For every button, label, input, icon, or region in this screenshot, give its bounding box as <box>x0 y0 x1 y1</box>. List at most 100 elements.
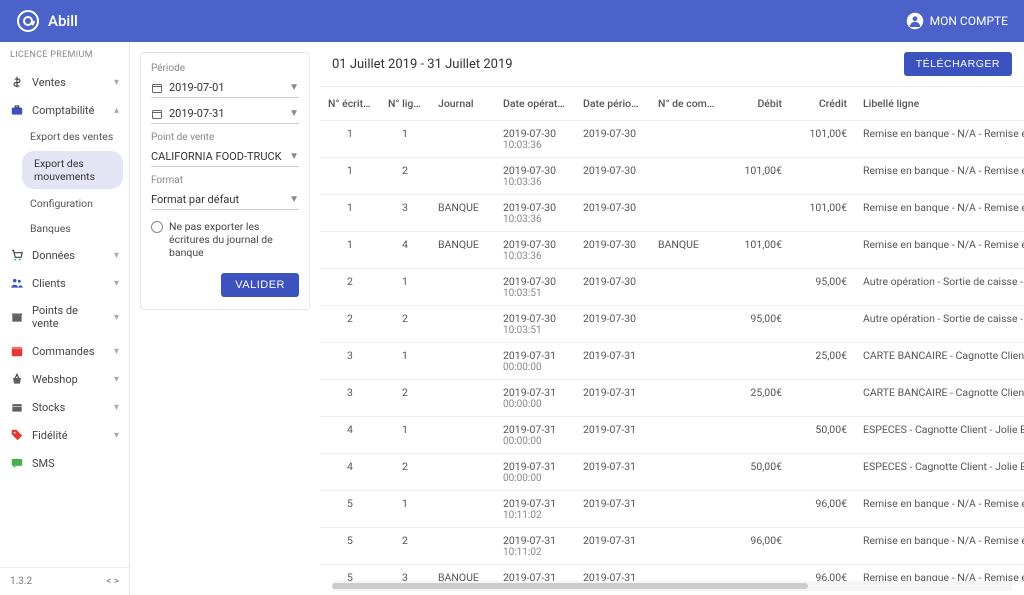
sidebar-item-comptabilité[interactable]: Comptabilité▴ <box>0 96 129 124</box>
column-header[interactable]: Date période <box>575 87 650 121</box>
table-row[interactable]: 112019-07-3010:03:362019-07-30101,00€Rem… <box>320 121 1024 158</box>
cell-date-operation: 2019-07-3010:03:36 <box>495 195 575 232</box>
license-label: LICENCE PREMIUM <box>0 42 129 68</box>
sidebar-item-label: SMS <box>32 457 55 470</box>
account-icon <box>906 12 924 30</box>
sidebar-item-stocks[interactable]: Stocks▾ <box>0 393 129 421</box>
sidebar: LICENCE PREMIUM Ventes▾Comptabilité▴Expo… <box>0 42 130 595</box>
cell-debit <box>725 417 790 454</box>
cell-libelle: Remise en banque - N/A - Remise en banqu… <box>855 491 1024 528</box>
column-header[interactable]: N° écriture <box>320 87 380 121</box>
cell-compte <box>650 343 725 380</box>
cell-debit <box>725 565 790 582</box>
sidebar-item-webshop[interactable]: Webshop▾ <box>0 365 129 393</box>
cell-journal <box>430 491 495 528</box>
cell-journal <box>430 380 495 417</box>
chevron-down-icon: ▼ <box>289 194 299 205</box>
validate-button[interactable]: VALIDER <box>221 273 299 297</box>
calendar-icon <box>151 108 163 120</box>
table-row[interactable]: 122019-07-3010:03:362019-07-30101,00€Rem… <box>320 158 1024 195</box>
sidebar-subitem-banques[interactable]: Banques <box>22 216 129 241</box>
scrollbar-thumb[interactable] <box>332 583 808 589</box>
brand: Abill <box>16 9 78 33</box>
exclude-bank-radio[interactable]: Ne pas exporter les écritures du journal… <box>151 220 299 259</box>
table-scroll[interactable]: N° écritureN° ligneJournalDate opération… <box>320 86 1024 581</box>
table-row[interactable]: 412019-07-3100:00:002019-07-3150,00€ESPE… <box>320 417 1024 454</box>
sidebar-item-ventes[interactable]: Ventes▾ <box>0 68 129 96</box>
cell-journal <box>430 454 495 491</box>
table-row[interactable]: 422019-07-3100:00:002019-07-3150,00€ESPE… <box>320 454 1024 491</box>
table-row[interactable]: 322019-07-3100:00:002019-07-3125,00€CART… <box>320 380 1024 417</box>
horizontal-scrollbar[interactable] <box>332 581 1012 591</box>
column-header[interactable]: N° de compte <box>650 87 725 121</box>
sidebar-subitem-export-des-ventes[interactable]: Export des ventes <box>22 124 129 149</box>
download-button[interactable]: TÉLÉCHARGER <box>904 52 1012 76</box>
sidebar-subitem-configuration[interactable]: Configuration <box>22 191 129 216</box>
cell-journal <box>430 343 495 380</box>
table-row[interactable]: 312019-07-3100:00:002019-07-3125,00€CART… <box>320 343 1024 380</box>
cell-compte <box>650 158 725 195</box>
cell-libelle: ESPECES - Cagnotte Client - Jolie Emilie <box>855 454 1024 491</box>
cell-debit: 101,00€ <box>725 232 790 269</box>
cell-ecriture: 5 <box>320 565 380 582</box>
chevron-up-icon: ▴ <box>114 105 119 116</box>
cell-date-periode: 2019-07-31 <box>575 491 650 528</box>
cell-date-operation: 2019-07-3100:00:00 <box>495 343 575 380</box>
pos-select[interactable]: CALIFORNIA FOOD-TRUCK ▼ <box>151 147 299 167</box>
column-header[interactable]: Débit <box>725 87 790 121</box>
basket-icon <box>10 372 24 386</box>
collapse-toggle[interactable]: < > <box>106 576 119 587</box>
cell-ligne: 1 <box>380 491 430 528</box>
cell-credit <box>790 232 855 269</box>
account-menu[interactable]: MON COMPTE <box>906 12 1008 30</box>
chevron-down-icon: ▼ <box>289 82 299 93</box>
column-header[interactable]: Date opération <box>495 87 575 121</box>
table-row[interactable]: 13BANQUE2019-07-3010:03:362019-07-30101,… <box>320 195 1024 232</box>
cell-libelle: CARTE BANCAIRE - Cagnotte Client - Jolie… <box>855 380 1024 417</box>
table-row[interactable]: 512019-07-3110:11:022019-07-3196,00€Remi… <box>320 491 1024 528</box>
calendar-icon <box>151 82 163 94</box>
sidebar-subitem-export-des-mouvements[interactable]: Export des mouvements <box>22 151 123 189</box>
cell-debit: 25,00€ <box>725 380 790 417</box>
cell-credit <box>790 528 855 565</box>
cell-compte <box>650 306 725 343</box>
chevron-down-icon: ▼ <box>289 151 299 162</box>
sidebar-item-label: Stocks <box>32 401 65 414</box>
table-row[interactable]: 14BANQUE2019-07-3010:03:362019-07-30BANQ… <box>320 232 1024 269</box>
table-row[interactable]: 222019-07-3010:03:512019-07-3095,00€Autr… <box>320 306 1024 343</box>
date-to-value: 2019-07-31 <box>169 107 283 120</box>
cell-date-periode: 2019-07-31 <box>575 565 650 582</box>
cell-compte: BANQUE <box>650 232 725 269</box>
sidebar-item-sms[interactable]: SMS <box>0 449 129 477</box>
column-header[interactable]: Journal <box>430 87 495 121</box>
cell-ecriture: 1 <box>320 195 380 232</box>
sidebar-item-données[interactable]: Données▾ <box>0 241 129 269</box>
sidebar-item-commandes[interactable]: Commandes▾ <box>0 337 129 365</box>
date-to-input[interactable]: 2019-07-31 ▼ <box>151 104 299 124</box>
column-header[interactable]: Crédit <box>790 87 855 121</box>
cell-ligne: 2 <box>380 380 430 417</box>
cell-date-periode: 2019-07-31 <box>575 454 650 491</box>
cell-debit <box>725 121 790 158</box>
sidebar-item-clients[interactable]: Clients▾ <box>0 269 129 297</box>
column-header[interactable]: N° ligne <box>380 87 430 121</box>
sidebar-item-points-de-vente[interactable]: Points de vente▾ <box>0 297 129 337</box>
cell-date-periode: 2019-07-30 <box>575 232 650 269</box>
sidebar-item-label: Clients <box>32 277 66 290</box>
format-select[interactable]: Format par défaut ▼ <box>151 190 299 210</box>
sidebar-item-fidélité[interactable]: Fidélité▾ <box>0 421 129 449</box>
cell-date-periode: 2019-07-30 <box>575 121 650 158</box>
column-header[interactable]: Libellé ligne <box>855 87 1024 121</box>
people-icon <box>10 276 24 290</box>
table-row[interactable]: 53BANQUE2019-07-3110:11:022019-07-3196,0… <box>320 565 1024 582</box>
cell-libelle: Remise en banque - N/A - Remise en banqu… <box>855 195 1024 232</box>
table-row[interactable]: 522019-07-3110:11:022019-07-3196,00€Remi… <box>320 528 1024 565</box>
cell-ligne: 2 <box>380 528 430 565</box>
cell-date-periode: 2019-07-31 <box>575 528 650 565</box>
table-row[interactable]: 212019-07-3010:03:512019-07-3095,00€Autr… <box>320 269 1024 306</box>
briefcase-icon <box>10 103 24 117</box>
date-from-input[interactable]: 2019-07-01 ▼ <box>151 78 299 98</box>
format-label: Format <box>151 175 299 186</box>
chevron-down-icon: ▾ <box>114 374 119 385</box>
date-from-value: 2019-07-01 <box>169 81 283 94</box>
